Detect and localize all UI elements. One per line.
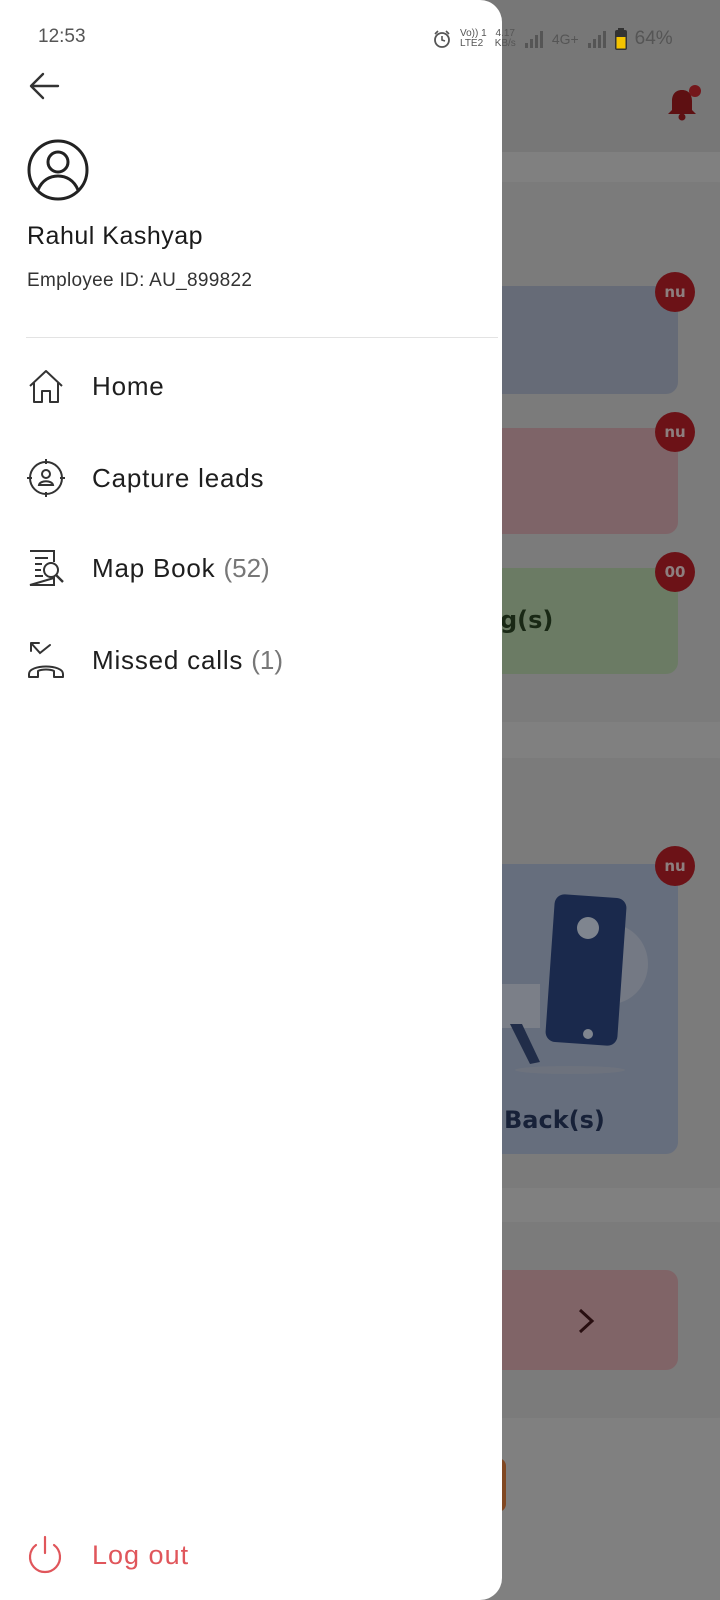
user-name: Rahul Kashyap: [27, 222, 204, 250]
menu-item-capture-leads[interactable]: Capture leads: [26, 450, 496, 506]
menu-item-label: Capture leads: [92, 462, 265, 493]
menu-item-map-book[interactable]: Map Book (52): [26, 540, 496, 596]
map-book-count: (52): [223, 552, 270, 583]
divider: [26, 337, 498, 338]
status-bar-icons: Vo)) 1 LTE2 4.17 KB/s 4G+ 64%: [432, 26, 720, 52]
avatar-icon: [27, 139, 89, 201]
menu-item-home[interactable]: Home: [26, 358, 496, 414]
capture-leads-icon: [27, 459, 65, 497]
menu-item-label: Home: [92, 370, 165, 401]
volte-indicator: Vo)) 1 LTE2: [460, 29, 487, 49]
volte-bottom: LTE2: [460, 38, 484, 49]
missed-calls-icon: [28, 642, 64, 678]
back-arrow-icon[interactable]: [26, 66, 66, 106]
network-label: 4G+: [551, 31, 579, 47]
speed-unit: KB/s: [494, 38, 516, 49]
employee-id: Employee ID: AU_899822: [27, 270, 253, 291]
menu-item-missed-calls[interactable]: Missed calls (1): [26, 632, 496, 688]
logout-label: Log out: [92, 1539, 190, 1570]
signal-icon: [524, 31, 543, 48]
missed-calls-count: (1): [251, 644, 283, 675]
navigation-drawer: 12:53 Vo)) 1 LTE2 4.17 KB/s 4G+ 64% Rahu…: [0, 0, 673, 1600]
menu-item-label: Map Book: [92, 552, 216, 583]
power-icon: [28, 1535, 62, 1574]
battery-icon: [614, 28, 627, 50]
home-icon: [29, 370, 63, 403]
map-book-icon: [29, 550, 64, 586]
menu-item-label: Missed calls: [92, 644, 244, 675]
logout-button[interactable]: Log out: [26, 1530, 189, 1580]
alarm-icon: [434, 30, 450, 48]
network-speed: 4.17 KB/s: [495, 29, 516, 49]
status-time: 12:53: [38, 26, 86, 47]
battery-percent: 64%: [634, 28, 673, 49]
signal-icon: [587, 31, 606, 48]
